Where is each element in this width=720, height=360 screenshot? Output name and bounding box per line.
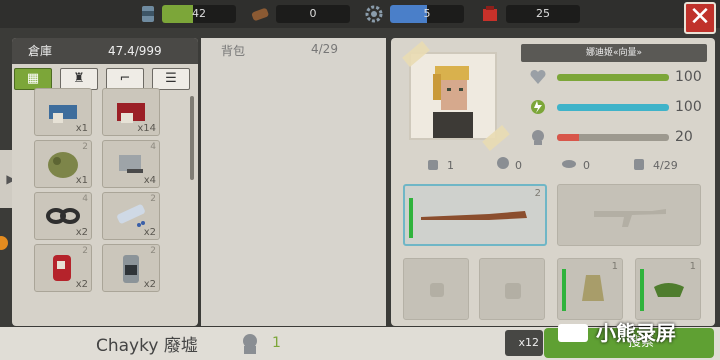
filter-armor-button[interactable]: ♜ [60, 68, 98, 90]
backpack-panel: 背包 4/29 [201, 38, 386, 326]
item-count: x1 [75, 175, 88, 186]
notification-dot [0, 236, 8, 250]
armor-slot[interactable] [403, 258, 469, 320]
durability-strip [640, 269, 644, 311]
character-name: 娜迪姬«向量» [521, 44, 707, 62]
durability-strip [409, 198, 413, 238]
storage-item-armor[interactable]: x1 [34, 88, 92, 136]
health-value: 100 [675, 69, 702, 85]
recorder-watermark: 小熊录屏 [552, 316, 720, 350]
hunger-icon [532, 130, 544, 145]
close-button[interactable]: ✕ [684, 2, 716, 34]
item-count: x2 [143, 279, 156, 290]
survivor-avatar-icon [433, 66, 473, 138]
resource-bar: 42 0 5 25 [0, 0, 720, 28]
item-count: x2 [75, 279, 88, 290]
backpack-title: 背包 [221, 44, 246, 58]
durability-strip [562, 269, 566, 311]
storage-item-toolbox[interactable]: 4 x4 [102, 140, 160, 188]
stamina-value: 100 [675, 99, 702, 115]
watermark-text: 小熊录屏 [596, 321, 676, 345]
ranged-weapon-slot[interactable] [557, 184, 701, 246]
item-durability: 2 [150, 194, 156, 204]
food-counter: 42 [162, 5, 236, 23]
baseball-bat-icon [421, 211, 527, 220]
storage-item-canister[interactable]: 2 x2 [102, 244, 160, 292]
item-durability: 2 [82, 246, 88, 256]
camera-icon [558, 324, 588, 342]
storage-item-red-box[interactable]: x14 [102, 88, 160, 136]
item-durability: 4 [82, 194, 88, 204]
storage-item-blood-bag[interactable]: 2 x2 [34, 244, 92, 292]
eye-stat-value: 0 [583, 159, 590, 172]
storage-item-goggles[interactable]: 4 x2 [34, 192, 92, 240]
item-durability: 1 [611, 261, 618, 272]
item-durability: 1 [689, 261, 696, 272]
hunger-value: 20 [675, 129, 693, 145]
storage-title: 倉庫 [28, 44, 53, 58]
medkit-icon [483, 6, 497, 21]
medicine-counter: 25 [506, 5, 580, 23]
health-bar [557, 74, 669, 81]
backpack-count: 4/29 [311, 42, 338, 56]
backpack-slot[interactable] [479, 258, 545, 320]
bag-stat-icon [634, 159, 644, 170]
eye-stat-icon [562, 160, 576, 168]
filter-all-button[interactable]: ▦ [14, 68, 52, 90]
character-portrait[interactable] [409, 52, 497, 140]
storage-scrollbar[interactable] [190, 96, 194, 180]
burlap-sack-icon [582, 275, 604, 301]
storage-weight: 47.4/999 [108, 44, 162, 58]
item-count: x2 [143, 227, 156, 238]
storage-panel: 倉庫 47.4/999 ▦ ♜ ⌐ ☰ x1 x14 2 x1 4 x4 4 x… [12, 38, 198, 326]
stamina-icon [531, 100, 545, 114]
heart-icon [530, 69, 546, 84]
melee-weapon-slot[interactable]: 2 [403, 184, 547, 246]
parts-counter: 5 [390, 5, 464, 23]
item-count: x2 [75, 227, 88, 238]
storage-item-pills[interactable]: 2 x2 [102, 192, 160, 240]
item-count: x4 [143, 175, 156, 186]
storage-item-bag[interactable]: 2 x1 [34, 140, 92, 188]
armor-stat-value: 1 [447, 159, 454, 172]
item-count: x1 [75, 123, 88, 134]
armor-silhouette-icon [430, 283, 444, 297]
skull-stat-value: 0 [515, 159, 522, 172]
armor-stat-icon [428, 160, 438, 170]
bag-silhouette-icon [505, 283, 521, 299]
item-count: x14 [137, 123, 156, 134]
consumable-slot-b[interactable]: 1 [635, 258, 701, 320]
weapon-durability: 2 [534, 188, 541, 199]
gear-icon [365, 5, 383, 23]
filter-misc-button[interactable]: ☰ [152, 68, 190, 90]
consumable-slot-a[interactable]: 1 [557, 258, 623, 320]
item-durability: 2 [150, 246, 156, 256]
wood-counter: 0 [276, 5, 350, 23]
survivor-group-icon [243, 334, 257, 354]
skull-stat-icon [497, 157, 509, 169]
character-panel: 娜迪姬«向量» 100 100 20 1 0 0 4/29 2 1 1 [391, 38, 715, 326]
hunger-bar [557, 134, 669, 141]
location-name: Chayky 廢墟 [96, 336, 198, 356]
filter-weapon-button[interactable]: ⌐ [106, 68, 144, 90]
storage-header: 倉庫 47.4/999 [12, 38, 198, 64]
stack-counter: x12 [505, 330, 543, 356]
item-durability: 2 [82, 142, 88, 152]
food-can-icon [142, 6, 154, 22]
item-durability: 4 [150, 142, 156, 152]
wood-log-icon [251, 8, 269, 21]
rifle-silhouette-icon [594, 209, 666, 227]
green-pouch-icon [654, 283, 684, 297]
survivor-count: 1 [272, 335, 281, 351]
stamina-bar [557, 104, 669, 111]
bag-stat-value: 4/29 [653, 159, 678, 172]
